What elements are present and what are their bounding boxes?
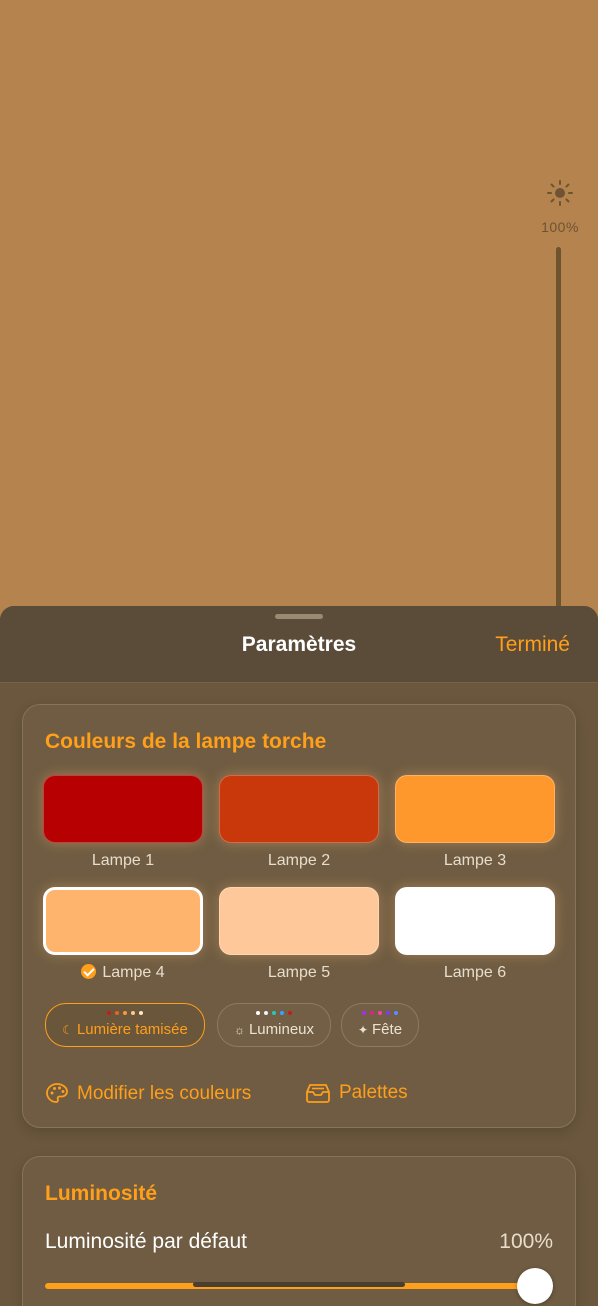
palette-dots [218, 1011, 330, 1015]
palettes-button[interactable]: Palettes [305, 1082, 408, 1104]
palette-label: Fête [372, 1021, 403, 1038]
lamp-label: Lampe 6 [443, 964, 507, 981]
party-icon: ✦ [357, 1023, 369, 1037]
lamp-swatch[interactable] [219, 775, 379, 843]
palette-dots [342, 1011, 418, 1015]
lamp-3[interactable]: Lampe 3 [395, 775, 555, 870]
palette-dot [115, 1011, 119, 1015]
bulb-icon: ☼ [233, 1023, 245, 1037]
palette-chip-lumineux[interactable]: ☼ Lumineux [217, 1003, 331, 1047]
palette-dot [272, 1011, 276, 1015]
slider-thumb[interactable] [517, 1268, 553, 1304]
brightness-vertical-slider[interactable] [556, 247, 561, 617]
palettes-label: Palettes [339, 1082, 408, 1103]
edit-colors-label: Modifier les couleurs [77, 1083, 252, 1104]
lamp-label: Lampe 1 [91, 852, 155, 869]
palette-dot [123, 1011, 127, 1015]
lamp-label: Lampe 4 [43, 964, 203, 982]
palette-dot [386, 1011, 390, 1015]
lamp-label: Lampe 3 [443, 852, 507, 869]
sheet-grabber[interactable] [275, 614, 323, 619]
lamp-swatch[interactable] [43, 887, 203, 955]
palette-label: Lumière tamisée [76, 1021, 188, 1038]
moon-icon: ☾ [62, 1023, 73, 1037]
palette-icon [46, 1083, 68, 1103]
palette-label: Lumineux [248, 1021, 315, 1038]
colors-card: Couleurs de la lampe torche Lampe 1 Lamp… [22, 704, 576, 1128]
lamp-4[interactable]: Lampe 4 [43, 887, 203, 982]
edit-colors-button[interactable]: Modifier les couleurs [45, 1082, 251, 1105]
palette-dot [139, 1011, 143, 1015]
palette-dot [264, 1011, 268, 1015]
lamp-1[interactable]: Lampe 1 [43, 775, 203, 870]
palette-dot [362, 1011, 366, 1015]
sun-icon [547, 180, 573, 206]
done-button[interactable]: Terminé [495, 633, 570, 657]
default-brightness-value: 100% [499, 1230, 553, 1253]
palette-dot [107, 1011, 111, 1015]
brightness-section-title: Luminosité [45, 1182, 158, 1205]
palette-dot [394, 1011, 398, 1015]
sheet-header: Paramètres Terminé [0, 606, 598, 683]
lamp-6[interactable]: Lampe 6 [395, 887, 555, 982]
palette-dot [288, 1011, 292, 1015]
tray-icon [306, 1084, 330, 1103]
palette-dot [378, 1011, 382, 1015]
palette-dots [46, 1011, 204, 1015]
palette-dot [280, 1011, 284, 1015]
default-brightness-label: Luminosité par défaut [45, 1230, 247, 1253]
lamp-2[interactable]: Lampe 2 [219, 775, 379, 870]
lamp-label: Lampe 5 [267, 964, 331, 981]
palette-chip-fete[interactable]: ✦ Fête [341, 1003, 419, 1047]
lamp-swatch[interactable] [395, 887, 555, 955]
palette-chip-lumiere-tamisee[interactable]: ☾ Lumière tamisée [45, 1003, 205, 1047]
lamp-swatch[interactable] [219, 887, 379, 955]
lamp-5[interactable]: Lampe 5 [219, 887, 379, 982]
home-indicator [193, 1282, 405, 1287]
lamp-swatch[interactable] [395, 775, 555, 843]
settings-sheet: Paramètres Terminé Couleurs de la lampe … [0, 606, 598, 1306]
palette-dot [256, 1011, 260, 1015]
lamp-swatch[interactable] [43, 775, 203, 843]
brightness-percent: 100% [541, 219, 579, 235]
palette-dot [131, 1011, 135, 1015]
palette-dot [370, 1011, 374, 1015]
colors-section-title: Couleurs de la lampe torche [45, 730, 327, 753]
lamp-label: Lampe 2 [267, 852, 331, 869]
checkmark-icon [81, 964, 97, 979]
